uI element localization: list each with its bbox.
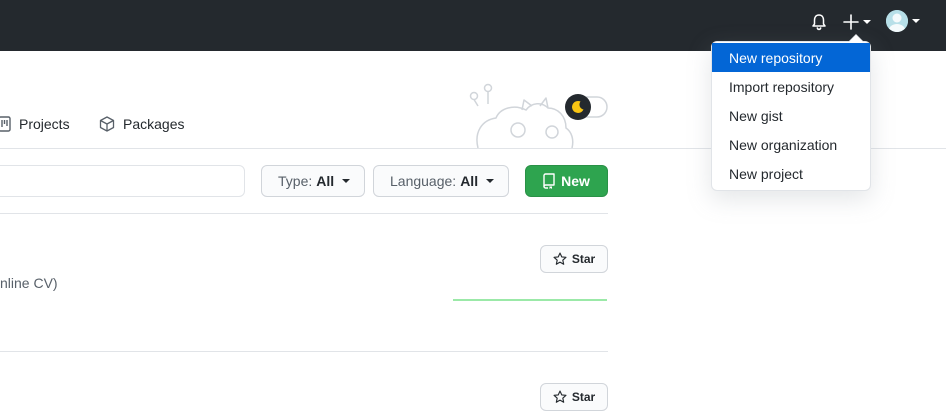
type-filter-label: Type:	[278, 173, 313, 189]
new-button-label: New	[561, 173, 590, 189]
list-divider	[0, 351, 608, 352]
star-button[interactable]: Star	[540, 245, 608, 273]
new-repository-button[interactable]: New	[525, 165, 608, 197]
list-divider	[0, 213, 608, 214]
star-button[interactable]: Star	[540, 383, 608, 411]
type-filter-button[interactable]: Type: All	[261, 165, 365, 197]
chevron-down-icon	[863, 20, 871, 24]
chevron-down-icon	[486, 179, 495, 183]
avatar	[886, 10, 908, 32]
tab-label: Projects	[19, 116, 70, 132]
find-repository-input[interactable]	[0, 165, 245, 197]
menu-item-new-repository[interactable]: New repository	[712, 43, 870, 72]
star-label: Star	[571, 252, 596, 266]
tab-projects[interactable]: Projects	[0, 112, 70, 136]
menu-item-new-gist[interactable]: New gist	[712, 101, 870, 130]
language-filter-value: All	[460, 173, 479, 189]
project-board-icon	[0, 116, 11, 132]
menu-item-import-repository[interactable]: Import repository	[712, 72, 870, 101]
package-icon	[99, 116, 115, 132]
bell-icon[interactable]	[809, 12, 829, 32]
chevron-down-icon	[342, 179, 351, 183]
theme-toggle-icon[interactable]	[564, 93, 608, 121]
language-filter-button[interactable]: Language: All	[373, 165, 509, 197]
create-new-dropdown-menu: New repository Import repository New gis…	[711, 34, 871, 191]
octocat-illustration-icon	[469, 83, 574, 148]
repo-description: nline CV)	[0, 275, 58, 291]
plus-icon	[843, 14, 859, 30]
repo-icon	[543, 173, 555, 189]
type-filter-value: All	[316, 173, 335, 189]
language-filter-label: Language:	[390, 173, 457, 189]
tab-packages[interactable]: Packages	[99, 112, 184, 136]
menu-pointer-inner	[849, 35, 863, 42]
star-icon	[553, 252, 567, 265]
user-menu-button[interactable]	[886, 10, 922, 34]
menu-item-new-organization[interactable]: New organization	[712, 130, 870, 159]
chevron-down-icon	[912, 19, 920, 23]
contribution-sparkline	[453, 299, 607, 301]
menu-item-new-project[interactable]: New project	[712, 159, 870, 188]
tab-label: Packages	[123, 116, 185, 132]
create-new-menu-button[interactable]	[842, 10, 874, 34]
